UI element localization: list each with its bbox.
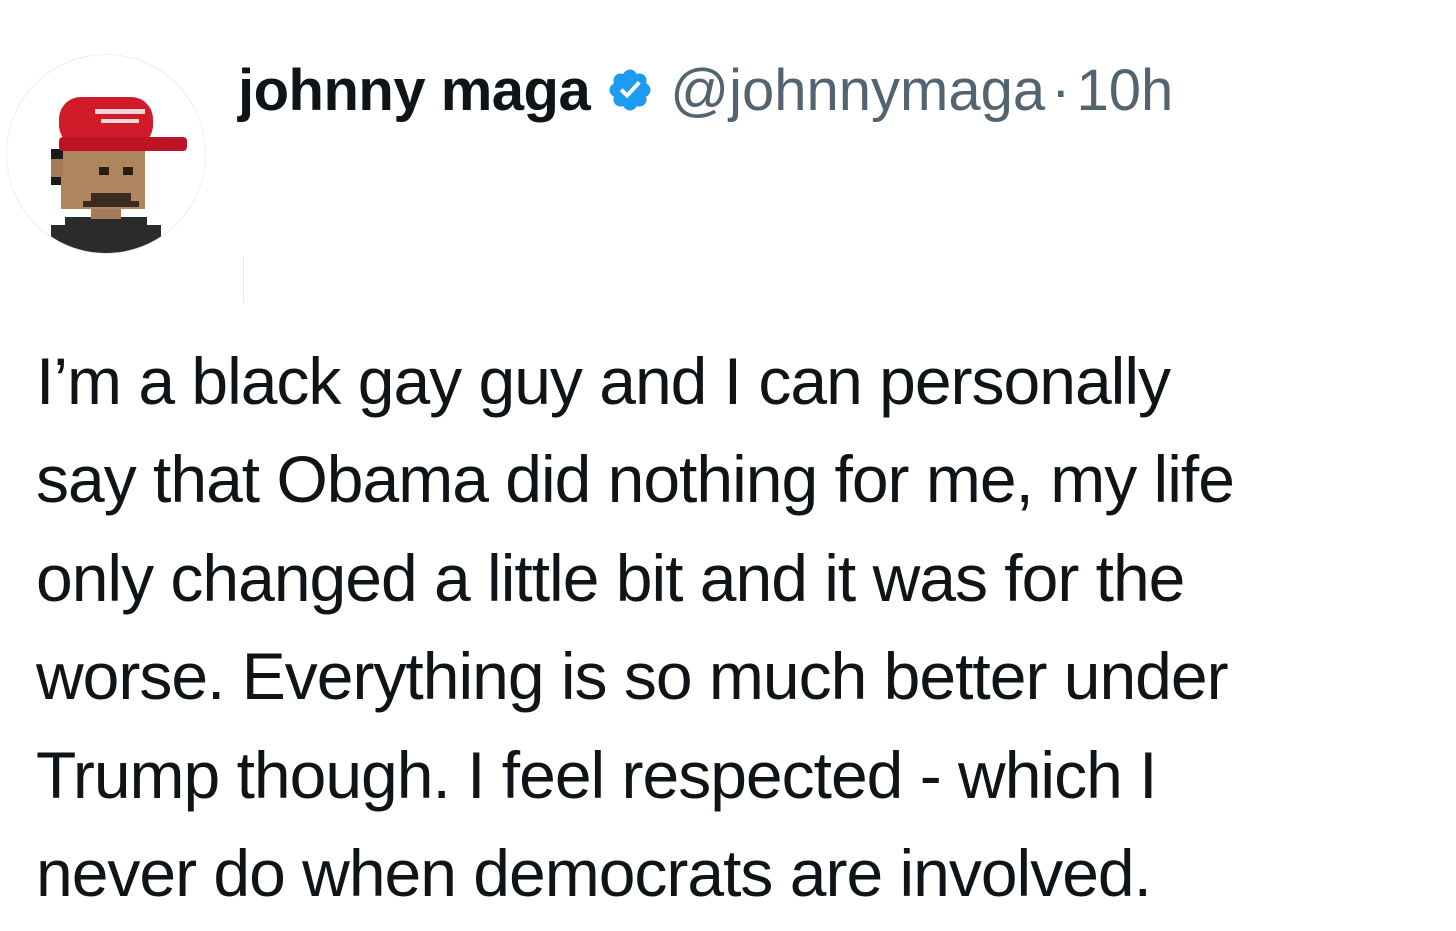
display-name[interactable]: johnny maga [238, 57, 591, 124]
avatar[interactable] [6, 54, 206, 254]
handle[interactable]: @johnnymaga [670, 57, 1045, 124]
tweet-text-line: never do when democrats are involved. [36, 836, 1152, 911]
tweet-header: johnny maga @johnnymaga · 10h [238, 52, 1173, 128]
pixel-avatar-icon [51, 97, 187, 253]
timestamp[interactable]: 10h [1076, 57, 1173, 124]
separator-dot: · [1051, 57, 1071, 123]
tweet[interactable]: johnny maga @johnnymaga · 10h I’m a blac… [0, 0, 1456, 931]
tweet-text-line: only changed a little bit and it was for… [36, 540, 1185, 615]
tweet-text-line: worse. Everything is so much better unde… [36, 639, 1229, 714]
tweet-text-line: say that Obama did nothing for me, my li… [36, 442, 1235, 517]
tweet-text-line: I’m a black gay guy and I can personally [36, 344, 1171, 418]
verified-badge-icon [609, 69, 651, 111]
tweet-text: I’m a black gay guy and I can personally… [36, 332, 1446, 922]
thread-line [243, 256, 244, 302]
tweet-text-line: Trump though. I feel respected - which I [36, 737, 1157, 812]
